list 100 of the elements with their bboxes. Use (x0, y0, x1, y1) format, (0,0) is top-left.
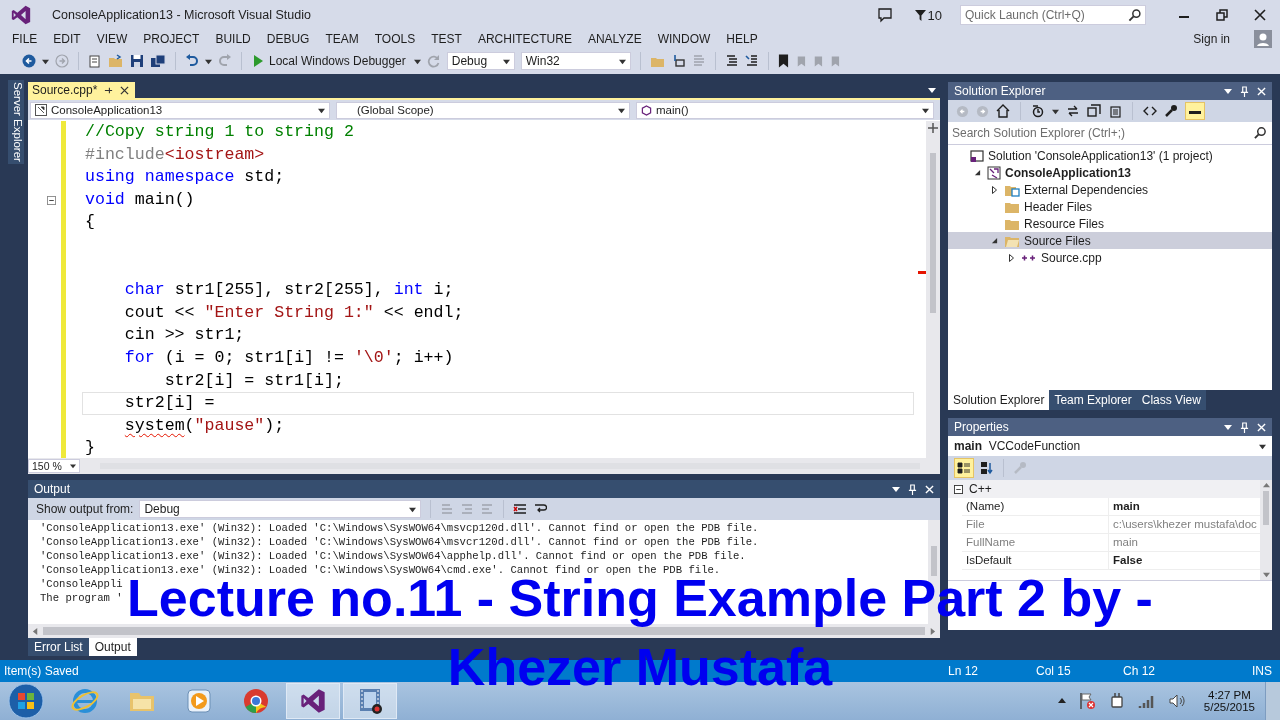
collapse-icon[interactable] (954, 484, 963, 494)
scroll-left-icon[interactable] (32, 627, 39, 635)
tree-item[interactable]: Resource Files (948, 215, 1272, 232)
panel-tab[interactable]: Output (88, 638, 137, 656)
search-icon[interactable] (1128, 9, 1141, 22)
collapsed-arrow-icon[interactable] (990, 185, 998, 194)
scrollbar-thumb[interactable] (930, 153, 936, 313)
expanded-arrow-icon[interactable] (973, 169, 981, 176)
configuration-dropdown[interactable]: Debug (446, 52, 515, 70)
menu-item[interactable]: PROJECT (135, 30, 208, 48)
platform-dropdown[interactable]: Win32 (520, 52, 631, 70)
collapse-all-icon[interactable] (1087, 104, 1101, 118)
scroll-right-icon[interactable] (929, 627, 936, 635)
close-icon[interactable] (120, 85, 130, 95)
back-icon[interactable] (22, 54, 36, 68)
dropdown-caret-icon[interactable] (1224, 87, 1232, 95)
clock-time[interactable]: 4:27 PM (1208, 689, 1251, 701)
caret-icon[interactable] (1259, 442, 1266, 450)
caret-icon[interactable] (618, 57, 626, 65)
code-icon[interactable] (1143, 104, 1157, 118)
search-icon[interactable] (1254, 126, 1267, 139)
undo-icon[interactable] (185, 54, 199, 68)
menu-item[interactable]: TEAM (317, 30, 367, 48)
member-dropdown[interactable]: main() (636, 101, 934, 119)
taskbar-button[interactable] (343, 683, 397, 719)
save-all-icon[interactable] (150, 54, 166, 68)
filter-icon[interactable] (914, 8, 926, 22)
menu-item[interactable]: TOOLS (366, 30, 424, 48)
panel-tab[interactable]: Class View (1136, 390, 1206, 410)
scope-dropdown[interactable]: (Global Scope) (336, 101, 630, 119)
caret-icon[interactable] (413, 57, 421, 65)
project-dropdown[interactable]: ConsoleApplication13 (30, 101, 330, 119)
panel-tab[interactable]: Team Explorer (1049, 390, 1137, 410)
new-file-icon[interactable] (88, 54, 102, 68)
panel-tab[interactable]: Solution Explorer (948, 390, 1050, 410)
scrollbar-thumb[interactable] (1263, 491, 1269, 525)
save-icon[interactable] (130, 54, 144, 68)
split-icon[interactable] (928, 123, 938, 133)
caret-icon[interactable] (922, 106, 929, 114)
comment-lines-icon[interactable] (724, 54, 739, 68)
history-icon[interactable] (1031, 104, 1045, 118)
tree-item[interactable]: External Dependencies (948, 181, 1272, 198)
start-debugging-button[interactable]: Local Windows Debugger (251, 54, 408, 68)
sort-alphabetical-icon[interactable] (980, 461, 994, 475)
restore-icon[interactable] (1216, 9, 1228, 21)
step-icon[interactable] (671, 54, 686, 68)
property-value[interactable]: main (1113, 498, 1140, 515)
uncomment-lines-icon[interactable] (744, 54, 759, 68)
clear-all-icon[interactable] (513, 502, 528, 516)
tree-item[interactable]: Header Files (948, 198, 1272, 215)
show-hidden-icons-icon[interactable] (1057, 697, 1066, 705)
menu-item[interactable]: ANALYZE (579, 30, 650, 48)
taskbar-button[interactable] (286, 683, 340, 719)
caret-icon[interactable] (409, 505, 417, 513)
menu-item[interactable]: EDIT (45, 30, 89, 48)
categorized-icon[interactable] (954, 458, 974, 478)
caret-icon[interactable] (205, 57, 212, 65)
document-tab[interactable]: Source.cpp* (28, 82, 136, 98)
caret-icon[interactable] (1052, 107, 1059, 115)
output-source-dropdown[interactable]: Debug (139, 500, 422, 518)
menu-item[interactable]: DEBUG (258, 30, 318, 48)
speaker-icon[interactable] (1167, 692, 1186, 710)
caret-icon[interactable] (618, 106, 625, 114)
zoom-dropdown[interactable]: 150 % (28, 459, 80, 473)
user-avatar-icon[interactable] (1254, 30, 1272, 48)
object-dropdown[interactable]: main VCCodeFunction (948, 436, 1272, 456)
tree-item[interactable]: Source.cpp (948, 249, 1272, 266)
menu-item[interactable]: ARCHITECTURE (469, 30, 580, 48)
caret-icon[interactable] (70, 463, 76, 469)
tab-list-caret-icon[interactable] (928, 86, 936, 94)
open-folder-icon[interactable] (108, 54, 124, 68)
show-all-files-icon[interactable] (1108, 104, 1122, 118)
caret-icon[interactable] (42, 57, 49, 65)
dropdown-caret-icon[interactable] (892, 485, 900, 493)
collapse-icon[interactable] (46, 195, 56, 205)
dropdown-caret-icon[interactable] (1224, 423, 1232, 431)
preview-toggle-icon[interactable] (1185, 102, 1205, 120)
menu-item[interactable]: VIEW (88, 30, 136, 48)
server-explorer-tab[interactable]: Server Explorer (8, 80, 24, 164)
tree-item[interactable]: Solution 'ConsoleApplication13' (1 project) (948, 147, 1272, 164)
tree-item[interactable]: ConsoleApplication13 (948, 164, 1272, 181)
flag-icon[interactable] (1077, 692, 1096, 710)
collapsed-arrow-icon[interactable] (1007, 253, 1015, 262)
sign-in-link[interactable]: Sign in (1185, 30, 1238, 48)
speech-bubble-icon[interactable] (876, 7, 893, 23)
scroll-up-icon[interactable] (1262, 482, 1270, 489)
scrollbar-thumb[interactable] (931, 546, 937, 576)
expanded-arrow-icon[interactable] (990, 237, 998, 244)
menu-item[interactable]: TEST (423, 30, 470, 48)
pin-icon[interactable] (104, 85, 114, 95)
property-value[interactable]: False (1113, 552, 1143, 569)
clock-date[interactable]: 5/25/2015 (1203, 701, 1255, 713)
caret-icon[interactable] (502, 57, 510, 65)
menu-item[interactable]: BUILD (207, 30, 259, 48)
menu-item[interactable]: HELP (718, 30, 766, 48)
scroll-down-icon[interactable] (1262, 571, 1270, 578)
menu-item[interactable]: WINDOW (649, 30, 719, 48)
bookmark-icon[interactable] (777, 54, 789, 68)
caret-icon[interactable] (318, 106, 325, 114)
tree-item[interactable]: Source Files (948, 232, 1272, 249)
